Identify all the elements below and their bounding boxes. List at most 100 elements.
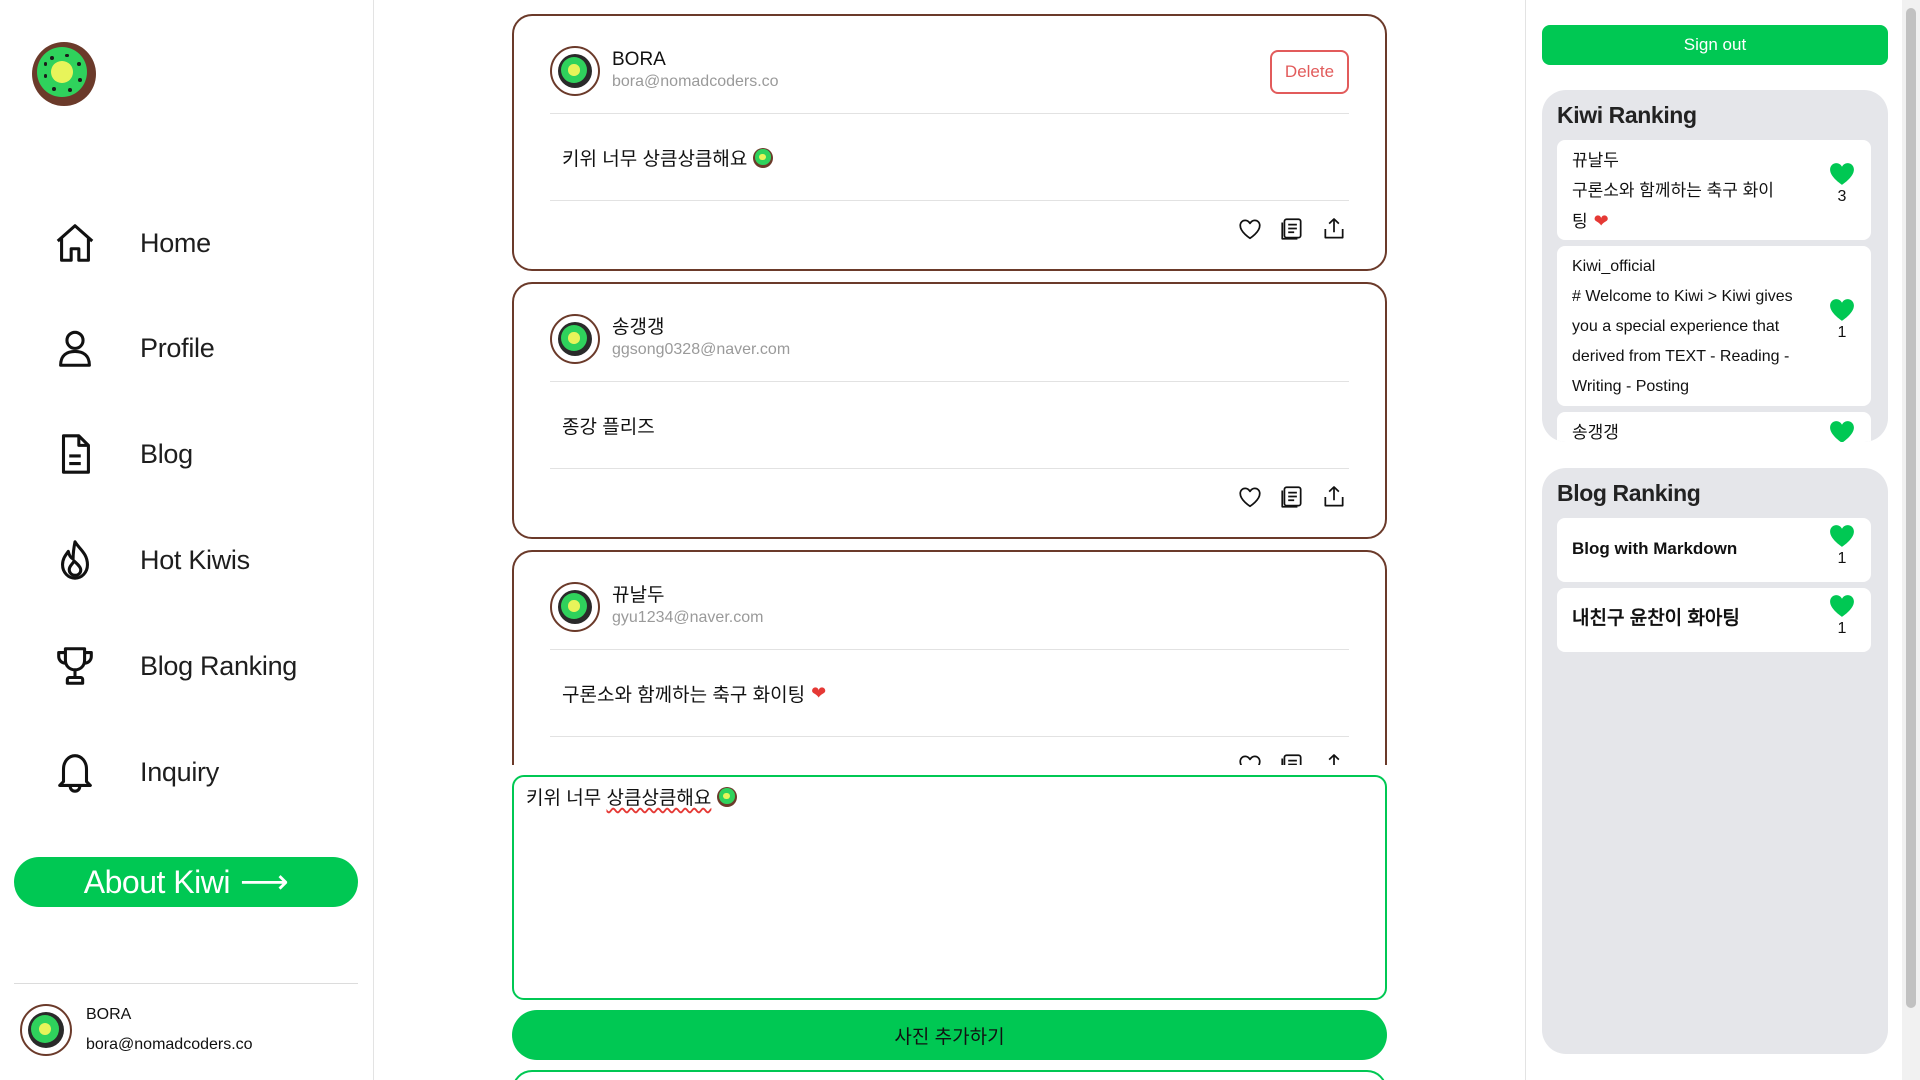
nav-profile-label: Profile	[140, 332, 215, 363]
nav-inquiry-label: Inquiry	[140, 756, 219, 787]
red-heart-emoji-icon: ❤	[1593, 211, 1609, 231]
comment-icon[interactable]	[1279, 216, 1305, 242]
like-count: 1	[1827, 298, 1857, 342]
feed[interactable]: BORA bora@nomadcoders.co Delete 키위 너무 상큼…	[512, 14, 1387, 765]
post-text: 키위 너무 상큼상큼해요	[562, 149, 748, 170]
sidebar-divider	[14, 983, 358, 984]
like-count-value: 1	[1837, 324, 1847, 341]
green-heart-icon	[1830, 595, 1854, 617]
like-count: 1	[1827, 594, 1857, 638]
like-count-value: 3	[1837, 188, 1847, 205]
nav-blog-label: Blog	[140, 438, 193, 469]
current-user-name: BORA	[86, 1006, 132, 1023]
avatar[interactable]	[550, 314, 600, 364]
blog-ranking-item[interactable]: Blog with Markdown 1	[1557, 518, 1871, 582]
ranking-text-cont: 팅	[1572, 212, 1588, 231]
divider	[550, 200, 1349, 201]
scrollbar-thumb[interactable]	[1906, 8, 1916, 1008]
kiwi-logo-icon	[32, 42, 96, 106]
nav-hot-kiwis-label: Hot Kiwis	[140, 544, 250, 575]
green-heart-icon	[1830, 525, 1854, 547]
composer-misspelled-word: 상큼상큼해요	[606, 788, 712, 809]
like-count: 3	[1827, 162, 1857, 206]
home-icon	[48, 216, 102, 270]
delete-button[interactable]: Delete	[1270, 50, 1349, 94]
kiwi-ranking-panel[interactable]: Kiwi Ranking 뀨날두 구론소와 함께하는 축구 화이 팅 ❤ 3 Ki…	[1542, 90, 1888, 442]
ranking-item[interactable]: Kiwi_official # Welcome to Kiwi > Kiwi g…	[1557, 246, 1871, 406]
kiwi-avatar-icon	[558, 54, 592, 88]
kiwi-logo[interactable]	[32, 42, 96, 106]
post-textarea[interactable]: 키위 너무 상큼상큼해요	[512, 775, 1387, 1000]
post-text: 구론소와 함께하는 축구 화이팅	[562, 685, 806, 706]
divider	[550, 113, 1349, 114]
submit-button[interactable]	[512, 1070, 1387, 1080]
ranking-item[interactable]: 뀨날두 구론소와 함께하는 축구 화이 팅 ❤ 3	[1557, 140, 1871, 240]
ranking-user: 뀨날두	[1572, 151, 1619, 170]
kiwi-avatar-icon	[558, 322, 592, 356]
ranking-item[interactable]: 송갱갱	[1557, 412, 1871, 442]
comment-icon[interactable]	[1279, 752, 1305, 765]
nav-home[interactable]: Home	[48, 213, 358, 273]
kiwi-avatar-icon	[558, 590, 592, 624]
like-count: 1	[1827, 524, 1857, 568]
divider	[550, 736, 1349, 737]
kiwi-emoji-icon	[717, 786, 738, 807]
trophy-icon	[48, 639, 102, 693]
green-heart-icon	[1830, 163, 1854, 185]
like-count-value: 1	[1837, 620, 1847, 637]
green-heart-icon	[1830, 421, 1854, 442]
comment-icon[interactable]	[1279, 484, 1305, 510]
kiwi-ranking-title: Kiwi Ranking	[1557, 102, 1697, 128]
user-icon	[48, 321, 102, 375]
blog-ranking-text: Blog with Markdown	[1572, 539, 1738, 558]
heart-icon[interactable]	[1237, 752, 1263, 765]
flame-icon	[48, 533, 102, 587]
share-icon[interactable]	[1321, 752, 1347, 765]
sign-out-button[interactable]: Sign out	[1542, 25, 1888, 65]
heart-icon[interactable]	[1237, 484, 1263, 510]
nav-profile[interactable]: Profile	[48, 318, 358, 378]
sidebar: Home Profile Blog Hot Kiwis Blog Ranking…	[0, 0, 374, 1080]
nav-blog-ranking-label: Blog Ranking	[140, 650, 298, 681]
nav-home-label: Home	[140, 227, 211, 258]
post-card: 송갱갱 ggsong0328@naver.com 종강 플리즈	[512, 282, 1387, 539]
divider	[550, 468, 1349, 469]
page-scrollbar[interactable]	[1902, 0, 1920, 1080]
arrow-right-icon: ⟶	[239, 863, 289, 901]
avatar[interactable]	[550, 46, 600, 96]
like-count	[1827, 420, 1857, 442]
divider	[550, 381, 1349, 382]
ranking-text: 구론소와 함께하는 축구 화이	[1572, 181, 1774, 200]
ranking-text: # Welcome to Kiwi > Kiwi gives you a spe…	[1572, 288, 1793, 395]
add-photo-button[interactable]: 사진 추가하기	[512, 1010, 1387, 1060]
ranking-user: 송갱갱	[1572, 423, 1619, 442]
blog-ranking-item[interactable]: 내친구 윤찬이 화아팅 1	[1557, 588, 1871, 652]
share-icon[interactable]	[1321, 484, 1347, 510]
nav-blog[interactable]: Blog	[48, 424, 358, 484]
right-panel: Sign out Kiwi Ranking 뀨날두 구론소와 함께하는 축구 화…	[1525, 0, 1920, 1080]
post-author-email: gyu1234@naver.com	[612, 609, 764, 626]
post-author-name: 송갱갱	[612, 317, 665, 338]
current-user[interactable]: BORA bora@nomadcoders.co	[20, 1000, 253, 1060]
nav-inquiry[interactable]: Inquiry	[48, 742, 358, 802]
post-card: BORA bora@nomadcoders.co Delete 키위 너무 상큼…	[512, 14, 1387, 271]
blog-ranking-title: Blog Ranking	[1557, 480, 1701, 506]
nav-blog-ranking[interactable]: Blog Ranking	[48, 636, 358, 696]
post-author-email: ggsong0328@naver.com	[612, 341, 791, 358]
kiwi-emoji-icon	[753, 147, 774, 168]
bell-icon	[48, 745, 102, 799]
nav-hot-kiwis[interactable]: Hot Kiwis	[48, 530, 358, 590]
ranking-user: Kiwi_official	[1572, 258, 1656, 275]
share-icon[interactable]	[1321, 216, 1347, 242]
post-card: 뀨날두 gyu1234@naver.com 구론소와 함께하는 축구 화이팅 ❤	[512, 550, 1387, 765]
current-user-email: bora@nomadcoders.co	[86, 1036, 253, 1053]
like-count-value: 1	[1837, 550, 1847, 567]
avatar[interactable]	[550, 582, 600, 632]
post-text: 종강 플리즈	[562, 417, 655, 438]
post-author-name: 뀨날두	[612, 585, 665, 606]
blog-ranking-text: 내친구 윤찬이 화아팅	[1572, 608, 1740, 629]
heart-icon[interactable]	[1237, 216, 1263, 242]
blog-ranking-panel: Blog Ranking Blog with Markdown 1 내친구 윤찬…	[1542, 468, 1888, 1054]
about-kiwi-button[interactable]: About Kiwi ⟶	[14, 857, 358, 907]
document-icon	[48, 427, 102, 481]
